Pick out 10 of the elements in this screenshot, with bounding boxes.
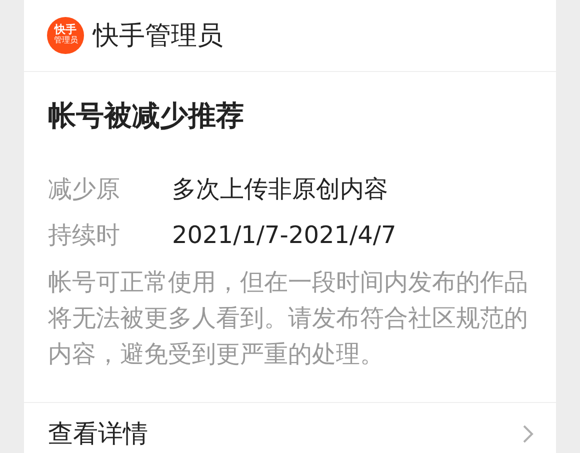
chevron-right-icon <box>522 424 534 444</box>
notice-description: 帐号可正常使用，但在一段时间内发布的作品将无法被更多人看到。请发布符合社区规范的内容，避免受到更严重的处理。 <box>48 267 529 370</box>
field-value: 多次上传非原创内容 <box>172 174 388 205</box>
field-label: 减少原 <box>48 174 121 205</box>
field-value: 2021/1/7-2021/4/7 <box>172 221 396 249</box>
field-label: 持续时 <box>48 220 121 251</box>
sender-name: 快手管理员 <box>93 20 223 53</box>
view-details-link[interactable]: 查看详情 <box>24 403 556 450</box>
logo-icon: 快手 管理员 <box>47 17 84 54</box>
notice-title: 帐号被减少推荐 <box>48 98 245 134</box>
